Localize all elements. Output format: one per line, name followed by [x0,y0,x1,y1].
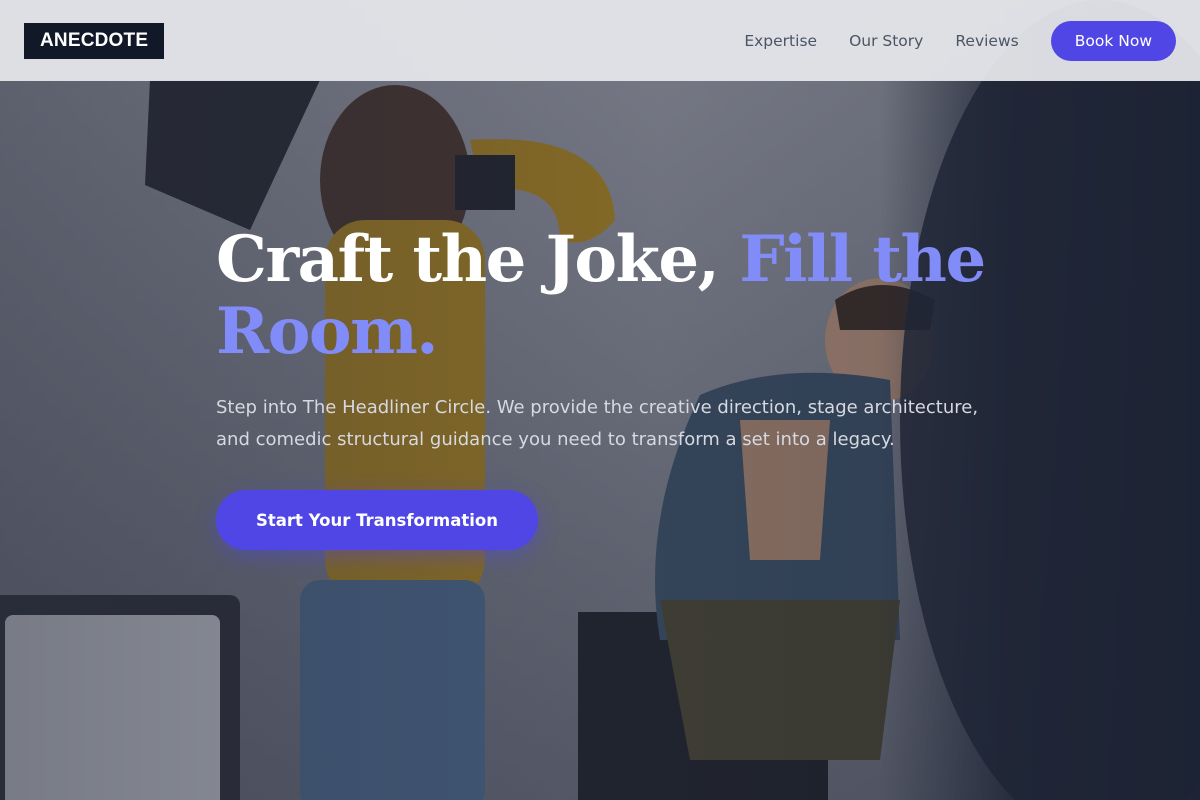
hero-content: Craft the Joke, Fill the Room. Step into… [216,224,1006,550]
headline-white-text: Craft the Joke, [216,222,740,297]
hero-headline: Craft the Joke, Fill the Room. [216,224,1006,368]
main-nav: Expertise Our Story Reviews Book Now [744,20,1176,61]
hero-section: Craft the Joke, Fill the Room. Step into… [0,0,1200,800]
start-transformation-button[interactable]: Start Your Transformation [216,490,538,550]
site-header: ANECDOTE Expertise Our Story Reviews Boo… [0,0,1200,81]
nav-link-expertise[interactable]: Expertise [744,32,817,50]
book-now-button[interactable]: Book Now [1050,20,1176,61]
nav-link-our-story[interactable]: Our Story [849,32,923,50]
hero-subtext: Step into The Headliner Circle. We provi… [216,397,979,450]
nav-link-reviews[interactable]: Reviews [955,32,1018,50]
brand-logo[interactable]: ANECDOTE [24,22,165,59]
